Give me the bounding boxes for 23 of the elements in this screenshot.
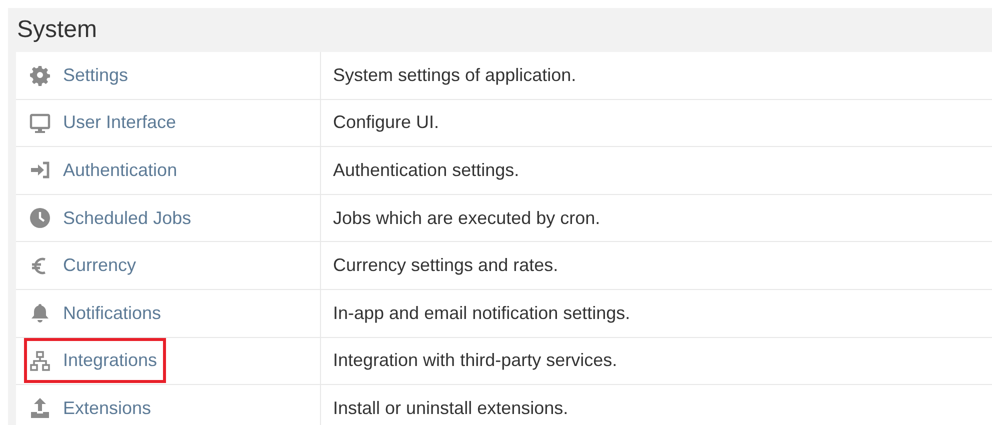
description-text: Currency settings and rates. bbox=[332, 254, 558, 278]
settings-link[interactable]: Settings bbox=[24, 52, 138, 98]
description-text: Integration with third-party services. bbox=[332, 349, 618, 372]
monitor-icon bbox=[29, 112, 51, 134]
gear-icon bbox=[29, 64, 51, 86]
settings-link[interactable]: Currency bbox=[24, 243, 146, 288]
settings-link[interactable]: Extensions bbox=[24, 386, 160, 425]
description-text: System settings of application. bbox=[332, 64, 576, 87]
bell-icon bbox=[29, 302, 51, 324]
description-text: Authentication settings. bbox=[332, 158, 520, 182]
settings-link[interactable]: Scheduled Jobs bbox=[24, 196, 200, 241]
clock-icon bbox=[29, 207, 51, 230]
network-icon bbox=[29, 350, 51, 372]
description-text: Install or uninstall extensions. bbox=[332, 396, 568, 420]
upload-icon bbox=[29, 397, 51, 420]
settings-link[interactable]: User Interface bbox=[24, 100, 186, 146]
panel-title: System bbox=[16, 15, 98, 45]
description-text: In-app and email notification settings. bbox=[332, 302, 630, 325]
description-text: Configure UI. bbox=[332, 111, 440, 134]
settings-link[interactable]: Authentication bbox=[24, 148, 186, 193]
description-text: Jobs which are executed by cron. bbox=[332, 206, 600, 230]
settings-link[interactable]: Integrations bbox=[24, 338, 166, 384]
settings-link[interactable]: Notifications bbox=[24, 290, 170, 336]
